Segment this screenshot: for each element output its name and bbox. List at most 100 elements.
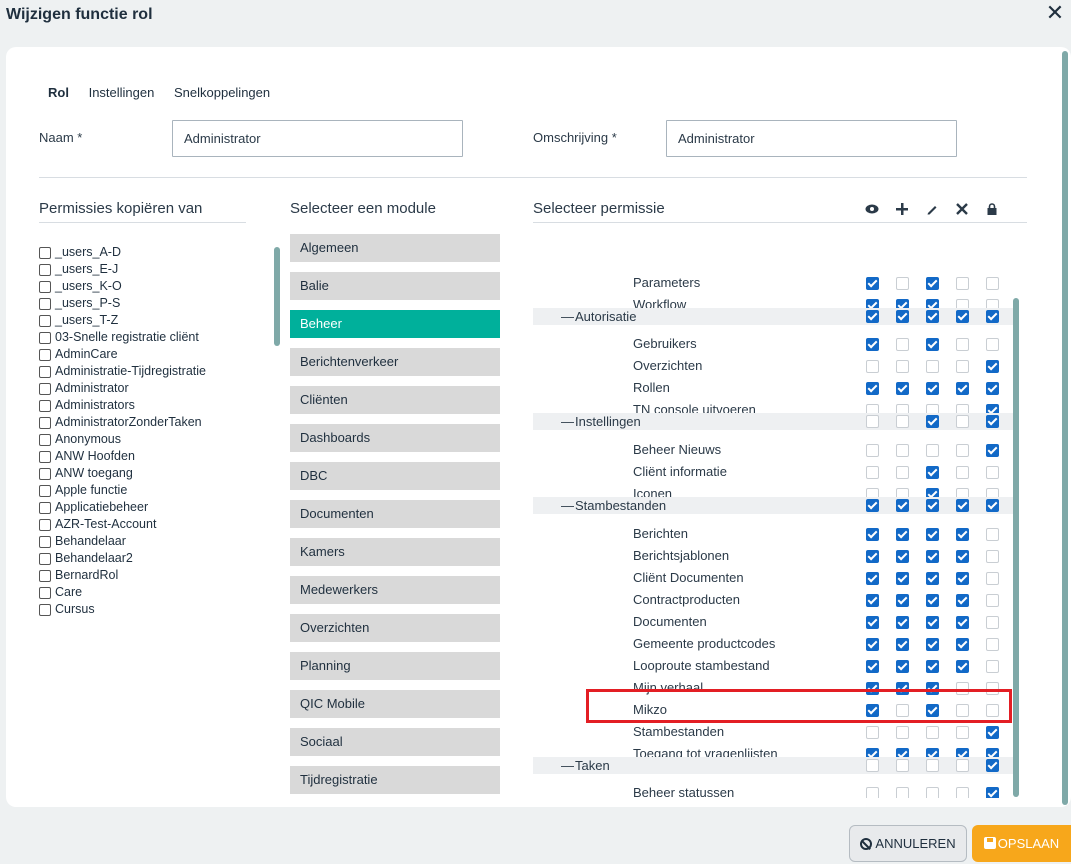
panel-scrollbar[interactable] — [1062, 51, 1068, 805]
permission-checkbox[interactable] — [926, 499, 939, 512]
permission-list-scrollbar[interactable] — [1013, 298, 1019, 797]
module-button[interactable]: Algemeen — [290, 234, 500, 262]
permission-checkbox[interactable] — [956, 338, 969, 351]
permission-checkbox[interactable] — [956, 550, 969, 563]
copy-from-checkbox[interactable] — [39, 365, 51, 378]
copy-from-checkbox[interactable] — [39, 314, 51, 327]
permission-checkbox[interactable] — [896, 616, 909, 629]
copy-from-checkbox[interactable] — [39, 501, 51, 514]
module-button[interactable]: Overzichten — [290, 614, 500, 642]
permission-checkbox[interactable] — [986, 277, 999, 290]
permission-checkbox[interactable] — [866, 360, 879, 373]
copy-from-checkbox[interactable] — [39, 280, 51, 293]
permission-checkbox[interactable] — [956, 787, 969, 798]
permission-checkbox[interactable] — [866, 660, 879, 673]
permission-checkbox[interactable] — [986, 572, 999, 585]
module-button[interactable]: Dashboards — [290, 424, 500, 452]
module-button[interactable]: Berichtenverkeer — [290, 348, 500, 376]
module-button[interactable]: Sociaal — [290, 728, 500, 756]
permission-checkbox[interactable] — [866, 415, 879, 428]
collapse-icon[interactable]: — — [561, 413, 574, 430]
permission-checkbox[interactable] — [866, 572, 879, 585]
permission-checkbox[interactable] — [896, 787, 909, 798]
module-button[interactable]: DBC — [290, 462, 500, 490]
permission-checkbox[interactable] — [956, 594, 969, 607]
permission-checkbox[interactable] — [896, 382, 909, 395]
permission-checkbox[interactable] — [866, 616, 879, 629]
save-button[interactable]: OPSLAAN — [972, 825, 1071, 862]
module-button[interactable]: Planning — [290, 652, 500, 680]
copy-from-checkbox[interactable] — [39, 246, 51, 259]
copy-from-checkbox[interactable] — [39, 399, 51, 412]
permission-checkbox[interactable] — [896, 660, 909, 673]
copy-from-checkbox[interactable] — [39, 518, 51, 531]
permission-checkbox[interactable] — [926, 277, 939, 290]
permission-checkbox[interactable] — [896, 759, 909, 772]
permission-checkbox[interactable] — [986, 310, 999, 323]
permission-checkbox[interactable] — [866, 382, 879, 395]
permission-checkbox[interactable] — [896, 638, 909, 651]
permission-checkbox[interactable] — [866, 528, 879, 541]
permission-checkbox[interactable] — [926, 338, 939, 351]
permission-checkbox[interactable] — [866, 638, 879, 651]
copy-from-checkbox[interactable] — [39, 535, 51, 548]
permission-checkbox[interactable] — [926, 550, 939, 563]
permission-checkbox[interactable] — [986, 382, 999, 395]
permission-checkbox[interactable] — [926, 310, 939, 323]
permission-checkbox[interactable] — [956, 277, 969, 290]
permission-checkbox[interactable] — [896, 338, 909, 351]
permission-checkbox[interactable] — [986, 726, 999, 739]
module-button[interactable]: Documenten — [290, 500, 500, 528]
module-button[interactable]: Cliënten — [290, 386, 500, 414]
copy-from-checkbox[interactable] — [39, 382, 51, 395]
omschrijving-field[interactable]: Administrator — [666, 120, 957, 157]
permission-checkbox[interactable] — [926, 360, 939, 373]
copy-from-checkbox[interactable] — [39, 450, 51, 463]
permission-checkbox[interactable] — [986, 638, 999, 651]
permission-checkbox[interactable] — [986, 787, 999, 798]
permission-checkbox[interactable] — [956, 444, 969, 457]
module-button[interactable]: Balie — [290, 272, 500, 300]
permission-checkbox[interactable] — [896, 466, 909, 479]
copy-from-checkbox[interactable] — [39, 467, 51, 480]
copy-from-checkbox[interactable] — [39, 348, 51, 361]
permission-checkbox[interactable] — [896, 594, 909, 607]
permission-checkbox[interactable] — [986, 759, 999, 772]
module-button[interactable]: Medewerkers — [290, 576, 500, 604]
permission-checkbox[interactable] — [956, 572, 969, 585]
permission-checkbox[interactable] — [866, 466, 879, 479]
permission-checkbox[interactable] — [956, 310, 969, 323]
tab-rol[interactable]: Rol — [48, 85, 69, 100]
copy-from-checkbox[interactable] — [39, 433, 51, 446]
permission-checkbox[interactable] — [896, 726, 909, 739]
permission-checkbox[interactable] — [986, 660, 999, 673]
permission-checkbox[interactable] — [866, 310, 879, 323]
permission-checkbox[interactable] — [866, 726, 879, 739]
module-button[interactable]: QIC Mobile — [290, 690, 500, 718]
permission-checkbox[interactable] — [956, 638, 969, 651]
copy-from-checkbox[interactable] — [39, 603, 51, 616]
close-icon[interactable]: ✕ — [1043, 2, 1067, 26]
permission-checkbox[interactable] — [866, 499, 879, 512]
permission-checkbox[interactable] — [926, 528, 939, 541]
permission-checkbox[interactable] — [986, 528, 999, 541]
permission-checkbox[interactable] — [866, 594, 879, 607]
permission-checkbox[interactable] — [986, 415, 999, 428]
permission-checkbox[interactable] — [956, 382, 969, 395]
copy-list-scrollbar[interactable] — [274, 247, 280, 346]
permission-checkbox[interactable] — [986, 360, 999, 373]
permission-checkbox[interactable] — [986, 466, 999, 479]
permission-checkbox[interactable] — [926, 726, 939, 739]
copy-from-checkbox[interactable] — [39, 552, 51, 565]
permission-checkbox[interactable] — [926, 787, 939, 798]
permission-checkbox[interactable] — [926, 444, 939, 457]
permission-checkbox[interactable] — [866, 550, 879, 563]
permission-checkbox[interactable] — [986, 499, 999, 512]
permission-checkbox[interactable] — [896, 528, 909, 541]
permission-checkbox[interactable] — [986, 338, 999, 351]
permission-checkbox[interactable] — [956, 466, 969, 479]
copy-from-checkbox[interactable] — [39, 263, 51, 276]
permission-checkbox[interactable] — [926, 466, 939, 479]
permission-checkbox[interactable] — [956, 726, 969, 739]
copy-from-checkbox[interactable] — [39, 416, 51, 429]
